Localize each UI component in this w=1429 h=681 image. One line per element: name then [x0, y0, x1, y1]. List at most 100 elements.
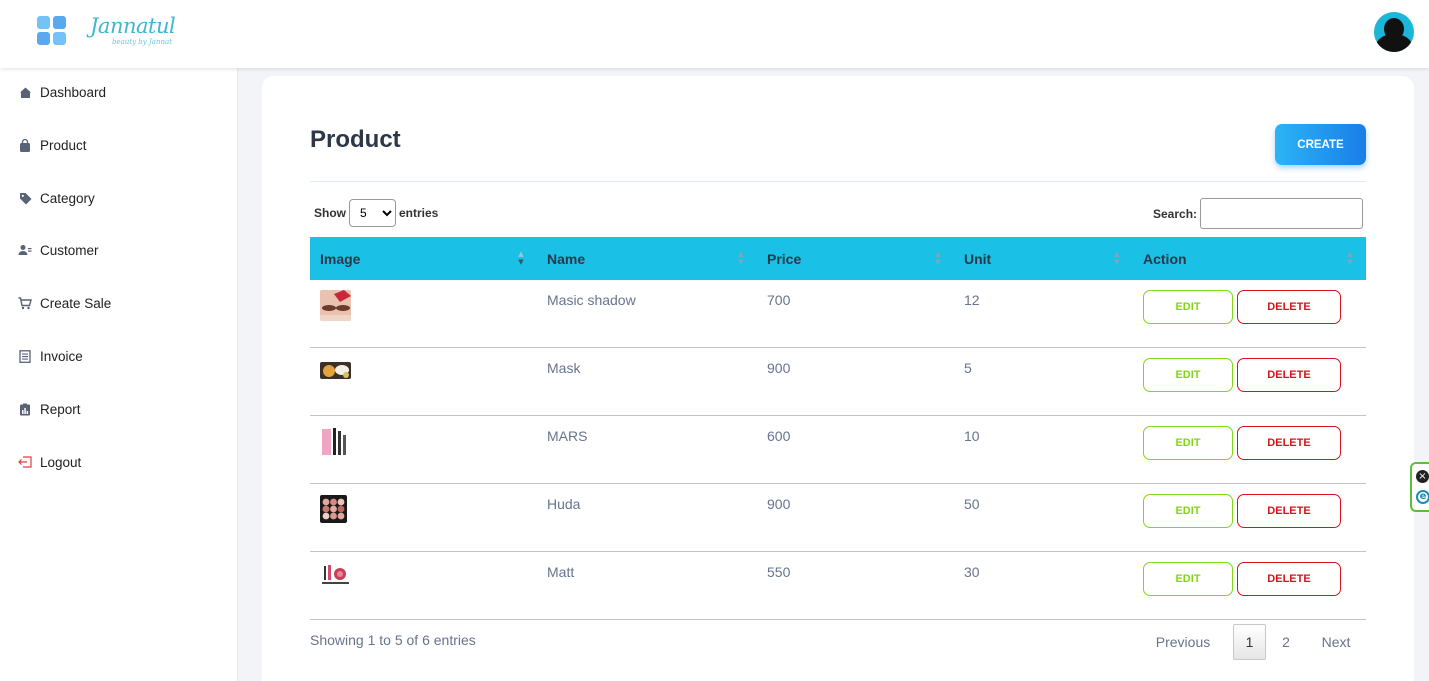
brand-tagline: beauty by Jannat — [112, 38, 172, 46]
sidebar-item-label: Dashboard — [40, 84, 107, 100]
product-unit: 10 — [964, 428, 980, 444]
cart-icon — [18, 296, 32, 310]
table-row: Matt 550 30 EDIT DELETE — [310, 552, 1366, 620]
column-label: Name — [547, 250, 586, 267]
table-row: Huda 900 50 EDIT DELETE — [310, 484, 1366, 552]
delete-button[interactable]: DELETE — [1237, 358, 1341, 392]
column-header-image[interactable]: Image — [320, 237, 360, 280]
sidebar-item-label: Create Sale — [40, 295, 112, 311]
product-unit: 5 — [964, 360, 972, 376]
users-icon — [18, 243, 32, 257]
column-label: Image — [320, 250, 361, 267]
table-row: Masic shadow 700 12 EDIT DELETE — [310, 280, 1366, 348]
shopping-bag-icon — [18, 138, 32, 152]
floating-widget[interactable]: × e — [1410, 462, 1429, 512]
product-name: Masic shadow — [547, 292, 636, 308]
edit-button[interactable]: EDIT — [1143, 358, 1233, 392]
entries-select[interactable]: 5 — [349, 199, 396, 227]
sidebar: Dashboard Product Category Customer Crea… — [0, 68, 238, 681]
column-header-unit[interactable]: Unit — [964, 237, 991, 280]
sidebar-item-label: Category — [40, 190, 95, 206]
user-avatar-icon[interactable] — [1374, 12, 1414, 52]
product-price: 600 — [767, 428, 791, 444]
sidebar-item-category[interactable]: Category — [18, 188, 95, 208]
product-name: Huda — [547, 496, 581, 512]
delete-button[interactable]: DELETE — [1237, 290, 1341, 324]
product-name: MARS — [547, 428, 588, 444]
table-header: Image ▲ ▼ Name ▲ ▼ Price ▲ ▼ Unit ▲ ▼ Action… — [310, 237, 1366, 280]
product-price: 900 — [767, 360, 791, 376]
product-image — [320, 290, 351, 321]
sidebar-item-label: Invoice — [40, 348, 83, 364]
sort-icon: ▲ ▼ — [1114, 250, 1120, 266]
close-icon[interactable]: × — [1416, 470, 1429, 483]
sidebar-item-label: Customer — [40, 242, 99, 258]
entries-label: entries — [399, 206, 439, 220]
product-name: Mask — [547, 360, 581, 376]
sidebar-item-product[interactable]: Product — [18, 135, 87, 155]
product-image — [320, 495, 347, 523]
sidebar-item-label: Product — [40, 137, 87, 153]
home-icon — [18, 85, 32, 99]
divider — [310, 181, 1366, 182]
pagination-next[interactable]: Next — [1310, 624, 1362, 660]
column-header-name[interactable]: Name — [547, 237, 585, 280]
column-header-action[interactable]: Action — [1143, 237, 1187, 280]
pagination-page-1[interactable]: 1 — [1233, 624, 1266, 660]
search-label: Search: — [1153, 206, 1198, 221]
sidebar-item-create-sale[interactable]: Create Sale — [18, 293, 111, 313]
table-row: Mask 900 5 EDIT DELETE — [310, 348, 1366, 416]
brand-logo[interactable]: Jannatul beauty by Jannat — [82, 12, 202, 52]
product-price: 700 — [767, 292, 791, 308]
table-row: MARS 600 10 EDIT DELETE — [310, 416, 1366, 484]
pagination-page-2[interactable]: 2 — [1270, 624, 1302, 660]
sidebar-item-customer[interactable]: Customer — [18, 240, 99, 260]
product-card: Product CREATE Show 5 entries Search: Im… — [262, 76, 1414, 681]
sidebar-item-logout[interactable]: Logout — [18, 452, 81, 472]
product-price: 900 — [767, 496, 791, 512]
sort-icon: ▲ ▼ — [935, 250, 941, 266]
tag-icon — [18, 191, 32, 205]
sidebar-item-invoice[interactable]: Invoice — [18, 346, 83, 366]
product-image — [320, 563, 351, 587]
sidebar-item-dashboard[interactable]: Dashboard — [18, 82, 106, 102]
sort-icon: ▲ ▼ — [1347, 250, 1353, 266]
entries-length-control: Show 5 entries — [314, 199, 438, 227]
create-button[interactable]: CREATE — [1275, 124, 1366, 165]
sidebar-item-label: Logout — [40, 454, 82, 470]
search-control: Search: — [1153, 198, 1364, 229]
product-price: 550 — [767, 564, 791, 580]
sort-icon: ▲ ▼ — [518, 250, 524, 266]
product-unit: 50 — [964, 496, 980, 512]
sidebar-item-report[interactable]: Report — [18, 399, 81, 419]
delete-button[interactable]: DELETE — [1237, 426, 1341, 460]
column-header-price[interactable]: Price — [767, 237, 801, 280]
product-unit: 30 — [964, 564, 980, 580]
product-image — [320, 426, 348, 457]
edit-button[interactable]: EDIT — [1143, 290, 1233, 324]
column-label: Price — [767, 250, 802, 267]
product-name: Matt — [547, 564, 575, 580]
edit-button[interactable]: EDIT — [1143, 562, 1233, 596]
document-icon — [18, 349, 32, 363]
sidebar-item-label: Report — [40, 401, 81, 417]
sort-icon: ▲ ▼ — [738, 250, 744, 266]
product-unit: 12 — [964, 292, 980, 308]
delete-button[interactable]: DELETE — [1237, 562, 1341, 596]
table-info: Showing 1 to 5 of 6 entries — [310, 632, 476, 648]
logout-icon — [18, 455, 32, 469]
extension-icon[interactable]: e — [1416, 490, 1429, 504]
column-label: Unit — [964, 250, 992, 267]
report-icon — [18, 402, 32, 416]
page-title: Product — [310, 126, 401, 153]
top-header: Jannatul beauty by Jannat — [0, 0, 1429, 68]
show-label: Show — [314, 206, 346, 220]
search-input[interactable] — [1200, 198, 1364, 229]
edit-button[interactable]: EDIT — [1143, 426, 1233, 460]
apps-grid-icon[interactable] — [37, 16, 66, 45]
edit-button[interactable]: EDIT — [1143, 494, 1233, 528]
delete-button[interactable]: DELETE — [1237, 494, 1341, 528]
pagination-previous[interactable]: Previous — [1147, 624, 1219, 660]
brand-name: Jannatul — [90, 14, 176, 38]
product-image — [320, 362, 351, 379]
